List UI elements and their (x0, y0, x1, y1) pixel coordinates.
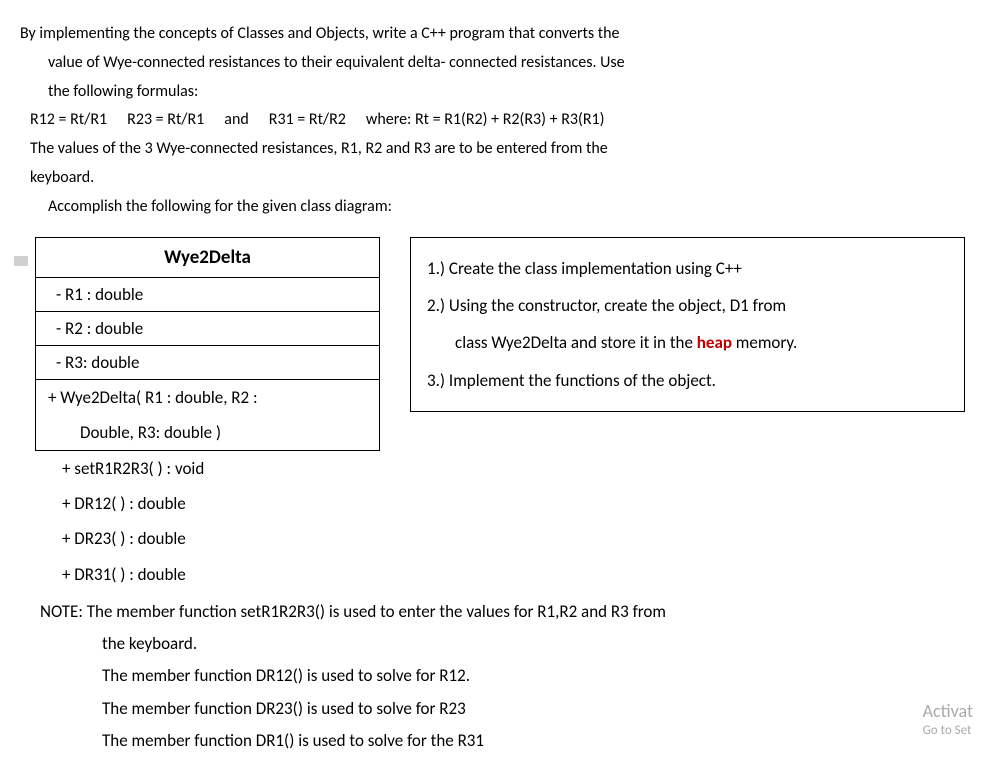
watermark-main: Activat (923, 700, 973, 723)
task-text: class Wye2Delta and store it in the (455, 332, 697, 353)
note-text: The member function DR1() is used to sol… (40, 725, 965, 757)
heap-keyword: heap (697, 332, 732, 353)
note-text: The member function DR12() is used to so… (40, 660, 965, 692)
class-method: + setR1R2R3( ) : void (35, 451, 380, 486)
formula-where: where: Rt = R1(R2) + R2(R3) + R3(R1) (366, 106, 605, 135)
intro-text: The values of the 3 Wye-connected resist… (20, 135, 965, 164)
formula-r23: R23 = Rt/R1 (127, 106, 204, 135)
class-attribute: - R2 : double (36, 312, 379, 346)
activation-watermark: Activat Go to Set (923, 700, 973, 740)
note-section: NOTE: The member function setR1R2R3() is… (20, 596, 965, 757)
decorative-marker (14, 256, 28, 266)
note-text: the keyboard. (40, 628, 965, 660)
diagram-row: Wye2Delta - R1 : double - R2 : double - … (20, 237, 965, 592)
intro-section: By implementing the concepts of Classes … (20, 20, 965, 222)
intro-text: value of Wye-connected resistances to th… (20, 49, 965, 78)
task-item: 1.) Create the class implementation usin… (427, 250, 948, 287)
formula-row: R12 = Rt/R1 R23 = Rt/R1 and R31 = Rt/R2 … (20, 106, 965, 135)
intro-text: keyboard. (20, 164, 965, 193)
class-method: + DR23( ) : double (35, 521, 380, 556)
task-box: 1.) Create the class implementation usin… (410, 237, 965, 413)
class-diagram-column: Wye2Delta - R1 : double - R2 : double - … (35, 237, 380, 592)
task-text: memory. (732, 332, 797, 353)
note-text: NOTE: The member function setR1R2R3() is… (40, 596, 965, 628)
class-method: + Wye2Delta( R1 : double, R2 : (36, 379, 379, 415)
class-attribute: - R1 : double (36, 278, 379, 312)
task-item-continuation: class Wye2Delta and store it in the heap… (427, 324, 948, 361)
class-method-continuation: Double, R3: double ) (36, 415, 379, 450)
class-method: + DR31( ) : double (35, 557, 380, 592)
formula-r31: R31 = Rt/R2 (269, 106, 346, 135)
class-method: + DR12( ) : double (35, 486, 380, 521)
class-attribute: - R3: double (36, 346, 379, 379)
intro-text: Accomplish the following for the given c… (20, 193, 965, 222)
formula-and: and (224, 106, 248, 135)
task-item: 3.) Implement the functions of the objec… (427, 362, 948, 399)
note-text: The member function DR23() is used to so… (40, 693, 965, 725)
class-name-header: Wye2Delta (36, 238, 379, 278)
task-item: 2.) Using the constructor, create the ob… (427, 287, 948, 324)
class-diagram-table: Wye2Delta - R1 : double - R2 : double - … (35, 237, 380, 451)
intro-text: the following formulas: (20, 78, 965, 107)
formula-r12: R12 = Rt/R1 (30, 106, 107, 135)
watermark-sub: Go to Set (923, 723, 973, 740)
intro-text: By implementing the concepts of Classes … (20, 20, 965, 49)
